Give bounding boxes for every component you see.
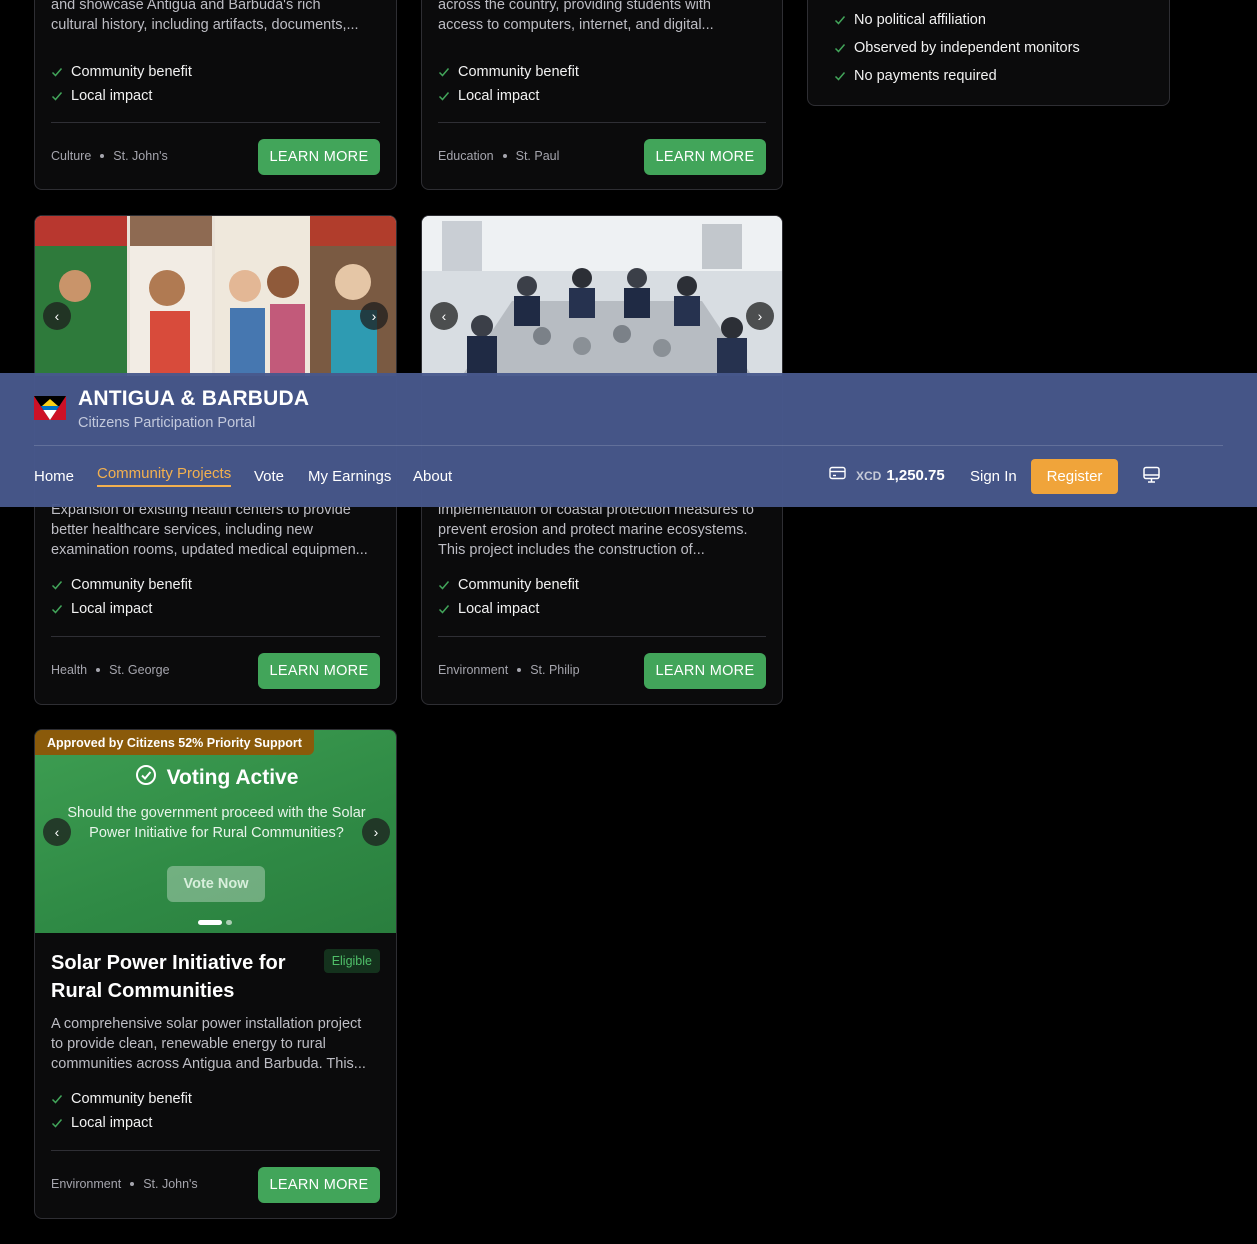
check-icon <box>834 42 846 54</box>
nav-about[interactable]: About <box>413 468 452 485</box>
indicator[interactable] <box>226 920 232 925</box>
check-icon <box>438 579 450 591</box>
chevron-left-icon: ‹ <box>441 308 447 324</box>
benefit-list: Community benefit Local impact <box>51 1087 380 1135</box>
check-circle-icon <box>135 764 157 791</box>
divider <box>51 636 380 637</box>
check-icon <box>51 1093 63 1105</box>
check-icon <box>438 66 450 78</box>
benefit-item: Community benefit <box>438 573 766 597</box>
chevron-right-icon: › <box>757 308 763 324</box>
check-icon <box>51 603 63 615</box>
benefit-item: Community benefit <box>51 1087 380 1111</box>
check-icon <box>834 70 846 82</box>
carousel-next-button[interactable]: › <box>746 302 774 330</box>
benefit-item: Local impact <box>51 1111 380 1135</box>
balance-currency: XCD <box>856 468 882 483</box>
carousel-next-button[interactable]: › <box>362 818 390 846</box>
wallet-balance[interactable]: XCD 1,250.75 <box>829 466 945 485</box>
check-icon <box>438 603 450 615</box>
benefit-item: Community benefit <box>438 60 766 84</box>
divider <box>51 1150 380 1151</box>
learn-more-button[interactable]: LEARN MORE <box>258 139 380 175</box>
project-description: and showcase Antigua and Barbuda's rich … <box>51 0 359 33</box>
project-meta: Health St. George <box>51 663 170 677</box>
project-card-culture: and showcase Antigua and Barbuda's rich … <box>34 0 397 190</box>
approval-banner: Approved by Citizens 52% Priority Suppor… <box>35 730 314 755</box>
site-subtitle: Citizens Participation Portal <box>78 415 256 431</box>
check-icon <box>438 90 450 102</box>
benefit-item: Local impact <box>438 597 766 621</box>
eligible-badge: Eligible <box>323 949 380 973</box>
learn-more-button[interactable]: LEARN MORE <box>258 1167 380 1203</box>
learn-more-button[interactable]: LEARN MORE <box>644 139 766 175</box>
divider <box>51 122 380 123</box>
project-title: Solar Power Initiative for Rural Communi… <box>51 952 286 1002</box>
benefit-item: Community benefit <box>51 573 380 597</box>
learn-more-button[interactable]: LEARN MORE <box>644 653 766 689</box>
chevron-right-icon: › <box>373 824 379 840</box>
nav-home[interactable]: Home <box>34 468 74 485</box>
project-meta: Environment St. John's <box>51 1177 198 1191</box>
project-image-community: ‹ › <box>35 216 396 376</box>
chevron-left-icon: ‹ <box>54 824 60 840</box>
assurance-item: No political affiliation <box>834 6 1080 34</box>
sign-in-link[interactable]: Sign In <box>970 468 1017 485</box>
benefit-list: Community benefit Local impact <box>438 573 766 621</box>
benefit-item: Local impact <box>51 597 380 621</box>
nav-my-earnings[interactable]: My Earnings <box>308 468 391 485</box>
learn-more-button[interactable]: LEARN MORE <box>258 653 380 689</box>
assurance-item: No payments required <box>834 62 1080 90</box>
benefit-list: Community benefit Local impact <box>438 60 766 108</box>
project-meta: Education St. Paul <box>438 149 560 163</box>
carousel-indicators <box>198 920 232 925</box>
indicator-active[interactable] <box>198 920 222 925</box>
assurance-list: No political affiliation Observed by ind… <box>834 6 1080 90</box>
assurance-item: Observed by independent monitors <box>834 34 1080 62</box>
benefit-list: Community benefit Local impact <box>51 573 380 621</box>
antigua-flag-icon <box>34 396 66 420</box>
nav-vote[interactable]: Vote <box>254 468 284 485</box>
divider <box>438 636 766 637</box>
project-meta: Culture St. John's <box>51 149 168 163</box>
project-description: Expansion of existing health centers to … <box>51 502 368 558</box>
project-description: A comprehensive solar power installation… <box>51 1016 366 1072</box>
site-title[interactable]: ANTIGUA & BARBUDA <box>78 387 309 411</box>
check-icon <box>51 1117 63 1129</box>
divider <box>438 122 766 123</box>
benefit-item: Local impact <box>51 84 380 108</box>
balance-amount: 1,250.75 <box>886 467 945 484</box>
project-image-meeting: ‹ › <box>422 216 782 376</box>
voting-question: Should the government proceed with the S… <box>67 805 366 841</box>
check-icon <box>51 90 63 102</box>
project-description: implementation of coastal protection mea… <box>438 502 754 558</box>
benefit-list: Community benefit Local impact <box>51 60 380 108</box>
chevron-left-icon: ‹ <box>54 308 60 324</box>
vote-now-button[interactable]: Vote Now <box>167 866 265 902</box>
voting-heading: Voting Active <box>35 764 396 791</box>
carousel-next-button[interactable]: › <box>360 302 388 330</box>
register-button[interactable]: Register <box>1031 459 1118 494</box>
nav-community-projects[interactable]: Community Projects <box>97 465 232 487</box>
benefit-item: Local impact <box>438 84 766 108</box>
voting-assurance-panel: No political affiliation Observed by ind… <box>807 0 1170 106</box>
check-icon <box>834 14 846 26</box>
carousel-prev-button[interactable]: ‹ <box>430 302 458 330</box>
check-icon <box>51 66 63 78</box>
project-meta: Environment St. Philip <box>438 663 580 677</box>
monitor-icon[interactable] <box>1142 466 1161 489</box>
header-divider <box>34 445 1223 446</box>
check-icon <box>51 579 63 591</box>
voting-slide: Approved by Citizens 52% Priority Suppor… <box>35 730 396 933</box>
credit-card-icon <box>829 466 846 485</box>
benefit-item: Community benefit <box>51 60 380 84</box>
carousel-prev-button[interactable]: ‹ <box>43 302 71 330</box>
project-description: across the country, providing students w… <box>438 0 714 33</box>
chevron-right-icon: › <box>371 308 377 324</box>
project-card-solar: Approved by Citizens 52% Priority Suppor… <box>34 729 397 1219</box>
carousel-prev-button[interactable]: ‹ <box>43 818 71 846</box>
project-card-education: across the country, providing students w… <box>421 0 783 190</box>
